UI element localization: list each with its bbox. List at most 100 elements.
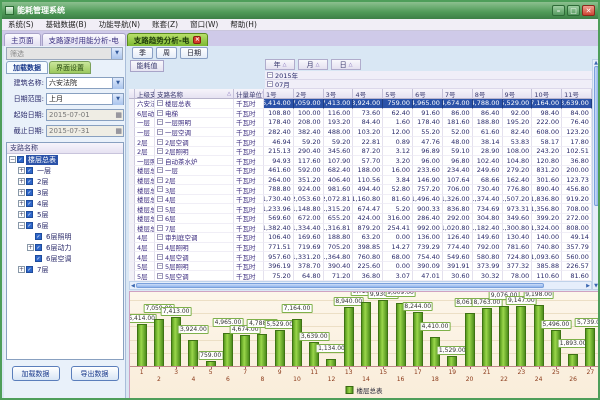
table-row-0[interactable]: 六安法院−楼层总表千瓦时6,414.007,059.007,413.003,92…: [129, 99, 592, 109]
tab-0[interactable]: 主页面: [4, 33, 41, 46]
pivot-button-0[interactable]: 年△: [265, 59, 295, 70]
tab-1[interactable]: 支路逐时用能分析-电: [42, 33, 126, 46]
day-header-9[interactable]: 9号: [503, 89, 533, 99]
checkbox-icon[interactable]: ✓: [26, 266, 33, 273]
tree-node-6层动力[interactable]: +✓6层动力: [7, 242, 123, 253]
day-header-2[interactable]: 2号: [294, 89, 324, 99]
scroll-right-icon[interactable]: ▶: [585, 283, 591, 289]
tree-node-2层[interactable]: +✓2层: [7, 176, 123, 187]
name-cell[interactable]: −审判庭空调: [155, 233, 234, 243]
tree-node-3层[interactable]: +✓3层: [7, 187, 123, 198]
collapse-icon[interactable]: −: [157, 244, 163, 250]
energy-value-button[interactable]: 能耗值: [130, 60, 164, 72]
expand-icon[interactable]: +: [18, 200, 25, 207]
collapse-icon[interactable]: −: [157, 186, 163, 192]
day-header-8[interactable]: 8号: [473, 89, 503, 99]
menu-item-1[interactable]: 基础数据(B): [40, 19, 93, 30]
collapse-icon[interactable]: −: [157, 110, 163, 116]
group-row-0[interactable]: −2015年: [265, 71, 592, 80]
collapse-icon[interactable]: −: [157, 129, 163, 135]
group-row-1[interactable]: −07月: [265, 80, 592, 89]
table-row-8[interactable]: 楼层总表−2层千瓦时264.00351.20406.40110.563.8414…: [129, 176, 592, 186]
name-cell[interactable]: −2层照明: [155, 147, 234, 157]
checkbox-icon[interactable]: ✓: [35, 244, 42, 251]
table-row-4[interactable]: 2层−2层空调千瓦时46.9459.2059.2022.810.8947.764…: [129, 137, 592, 147]
name-cell[interactable]: −7层: [155, 224, 234, 234]
name-cell[interactable]: −一层: [155, 166, 234, 176]
name-cell[interactable]: −5层空调: [155, 271, 234, 281]
tab-close-icon[interactable]: ×: [193, 36, 201, 44]
expand-icon[interactable]: +: [27, 244, 34, 251]
sidebar-tab-1[interactable]: 界面设置: [49, 61, 91, 74]
name-cell[interactable]: −一层空调: [155, 128, 234, 138]
collapse-icon[interactable]: −: [157, 263, 163, 269]
table-row-13[interactable]: 楼层总表−7层千瓦时1,382.401,334.401,316.81879.20…: [129, 224, 592, 234]
name-cell[interactable]: −6层: [155, 214, 234, 224]
name-cell[interactable]: −4层照明: [155, 243, 234, 253]
scroll-down-icon[interactable]: ▼: [593, 283, 599, 289]
expand-icon[interactable]: +: [18, 178, 25, 185]
column-header-0[interactable]: 上级支路△: [135, 89, 155, 99]
day-header-1[interactable]: 1号: [264, 89, 294, 99]
day-header-10[interactable]: 10号: [532, 89, 562, 99]
name-cell[interactable]: −4层空调: [155, 252, 234, 262]
collapse-icon[interactable]: −: [18, 222, 25, 229]
table-row-9[interactable]: 楼层总表−3层千瓦时788.80924.00981.60494.4052.807…: [129, 185, 592, 195]
checkbox-icon[interactable]: ✓: [35, 233, 42, 240]
collapse-icon[interactable]: −: [157, 225, 163, 231]
name-cell[interactable]: −电梯: [155, 109, 234, 119]
table-row-18[interactable]: 5层−5层空调千瓦时75.2064.8071.2036.803.0747.013…: [129, 271, 592, 281]
tree-node-6层空调[interactable]: ✓6层空调: [7, 253, 123, 264]
table-row-1[interactable]: 6层动力−电梯千瓦时108.80100.00116.0073.6062.4091…: [129, 109, 592, 119]
tree-node-6层[interactable]: −✓6层: [7, 220, 123, 231]
table-row-11[interactable]: 楼层总表−5层千瓦时1,233.961,148.801,315.20674.47…: [129, 204, 592, 214]
collapse-icon[interactable]: −: [157, 254, 163, 260]
table-row-12[interactable]: 楼层总表−6层千瓦时569.60672.00655.20424.00316.00…: [129, 214, 592, 224]
collapse-icon[interactable]: −: [157, 177, 163, 183]
sort-asc-icon[interactable]: △: [227, 91, 231, 97]
name-cell[interactable]: −5层: [155, 204, 234, 214]
name-cell[interactable]: −2层: [155, 176, 234, 186]
checkbox-icon[interactable]: ✓: [26, 167, 33, 174]
day-header-6[interactable]: 6号: [413, 89, 443, 99]
name-cell[interactable]: −楼层总表: [155, 99, 234, 109]
collapse-icon[interactable]: −: [157, 139, 163, 145]
expand-icon[interactable]: +: [18, 167, 25, 174]
collapse-icon[interactable]: −: [157, 234, 163, 240]
menu-item-5[interactable]: 帮助(H): [224, 19, 263, 30]
name-cell[interactable]: −3层: [155, 185, 234, 195]
maximize-button[interactable]: □: [567, 5, 580, 16]
h-scrollbar[interactable]: ◀ ▶: [129, 281, 592, 290]
load-data-button[interactable]: 加载数据: [12, 366, 60, 381]
table-row-10[interactable]: 楼层总表−4层千瓦时1,730.402,053.602,072.811,160.…: [129, 195, 592, 205]
checkbox-icon[interactable]: ✓: [26, 189, 33, 196]
menu-item-3[interactable]: 账套(Z): [146, 19, 184, 30]
collapse-icon[interactable]: −: [157, 148, 163, 154]
collapse-icon[interactable]: −: [267, 72, 273, 78]
day-header-11[interactable]: 11号: [562, 89, 592, 99]
collapse-icon[interactable]: −: [157, 273, 163, 279]
column-header-1[interactable]: 支路名称△: [155, 89, 234, 99]
filter-combo[interactable]: 筛选 ▼: [6, 47, 123, 60]
day-header-7[interactable]: 7号: [443, 89, 473, 99]
column-header-2[interactable]: 计量单位▽: [234, 89, 264, 99]
tree-node-5层[interactable]: +✓5层: [7, 209, 123, 220]
table-row-3[interactable]: 一层−一层空调千瓦时282.40382.40488.00103.2012.005…: [129, 128, 592, 138]
name-cell[interactable]: −2层空调: [155, 137, 234, 147]
table-row-14[interactable]: 4层−审判庭空调千瓦时106.40169.60188.8063.200.0013…: [129, 233, 592, 243]
expand-icon[interactable]: +: [18, 189, 25, 196]
h-scroll-thumb[interactable]: [136, 283, 544, 288]
v-scroll-thumb[interactable]: [594, 66, 599, 206]
combo-arrow-icon[interactable]: ▼: [112, 94, 123, 105]
menu-item-0[interactable]: 系统(S): [2, 19, 40, 30]
export-data-button[interactable]: 导出数据: [71, 366, 119, 381]
menu-item-2[interactable]: 功能导航(N): [93, 19, 146, 30]
period-button-1[interactable]: 周: [156, 47, 177, 59]
table-row-6[interactable]: 一层照明−自动茶水炉千瓦时94.93117.60107.9057.703.209…: [129, 156, 592, 166]
pivot-button-1[interactable]: 月△: [298, 59, 328, 70]
day-header-5[interactable]: 5号: [383, 89, 413, 99]
period-button-0[interactable]: 季: [132, 47, 153, 59]
combo-arrow-icon[interactable]: ▼: [112, 78, 123, 89]
table-row-15[interactable]: 4层−4层照明千瓦时771.51719.69705.20398.8514.277…: [129, 243, 592, 253]
collapse-icon[interactable]: −: [157, 215, 163, 221]
